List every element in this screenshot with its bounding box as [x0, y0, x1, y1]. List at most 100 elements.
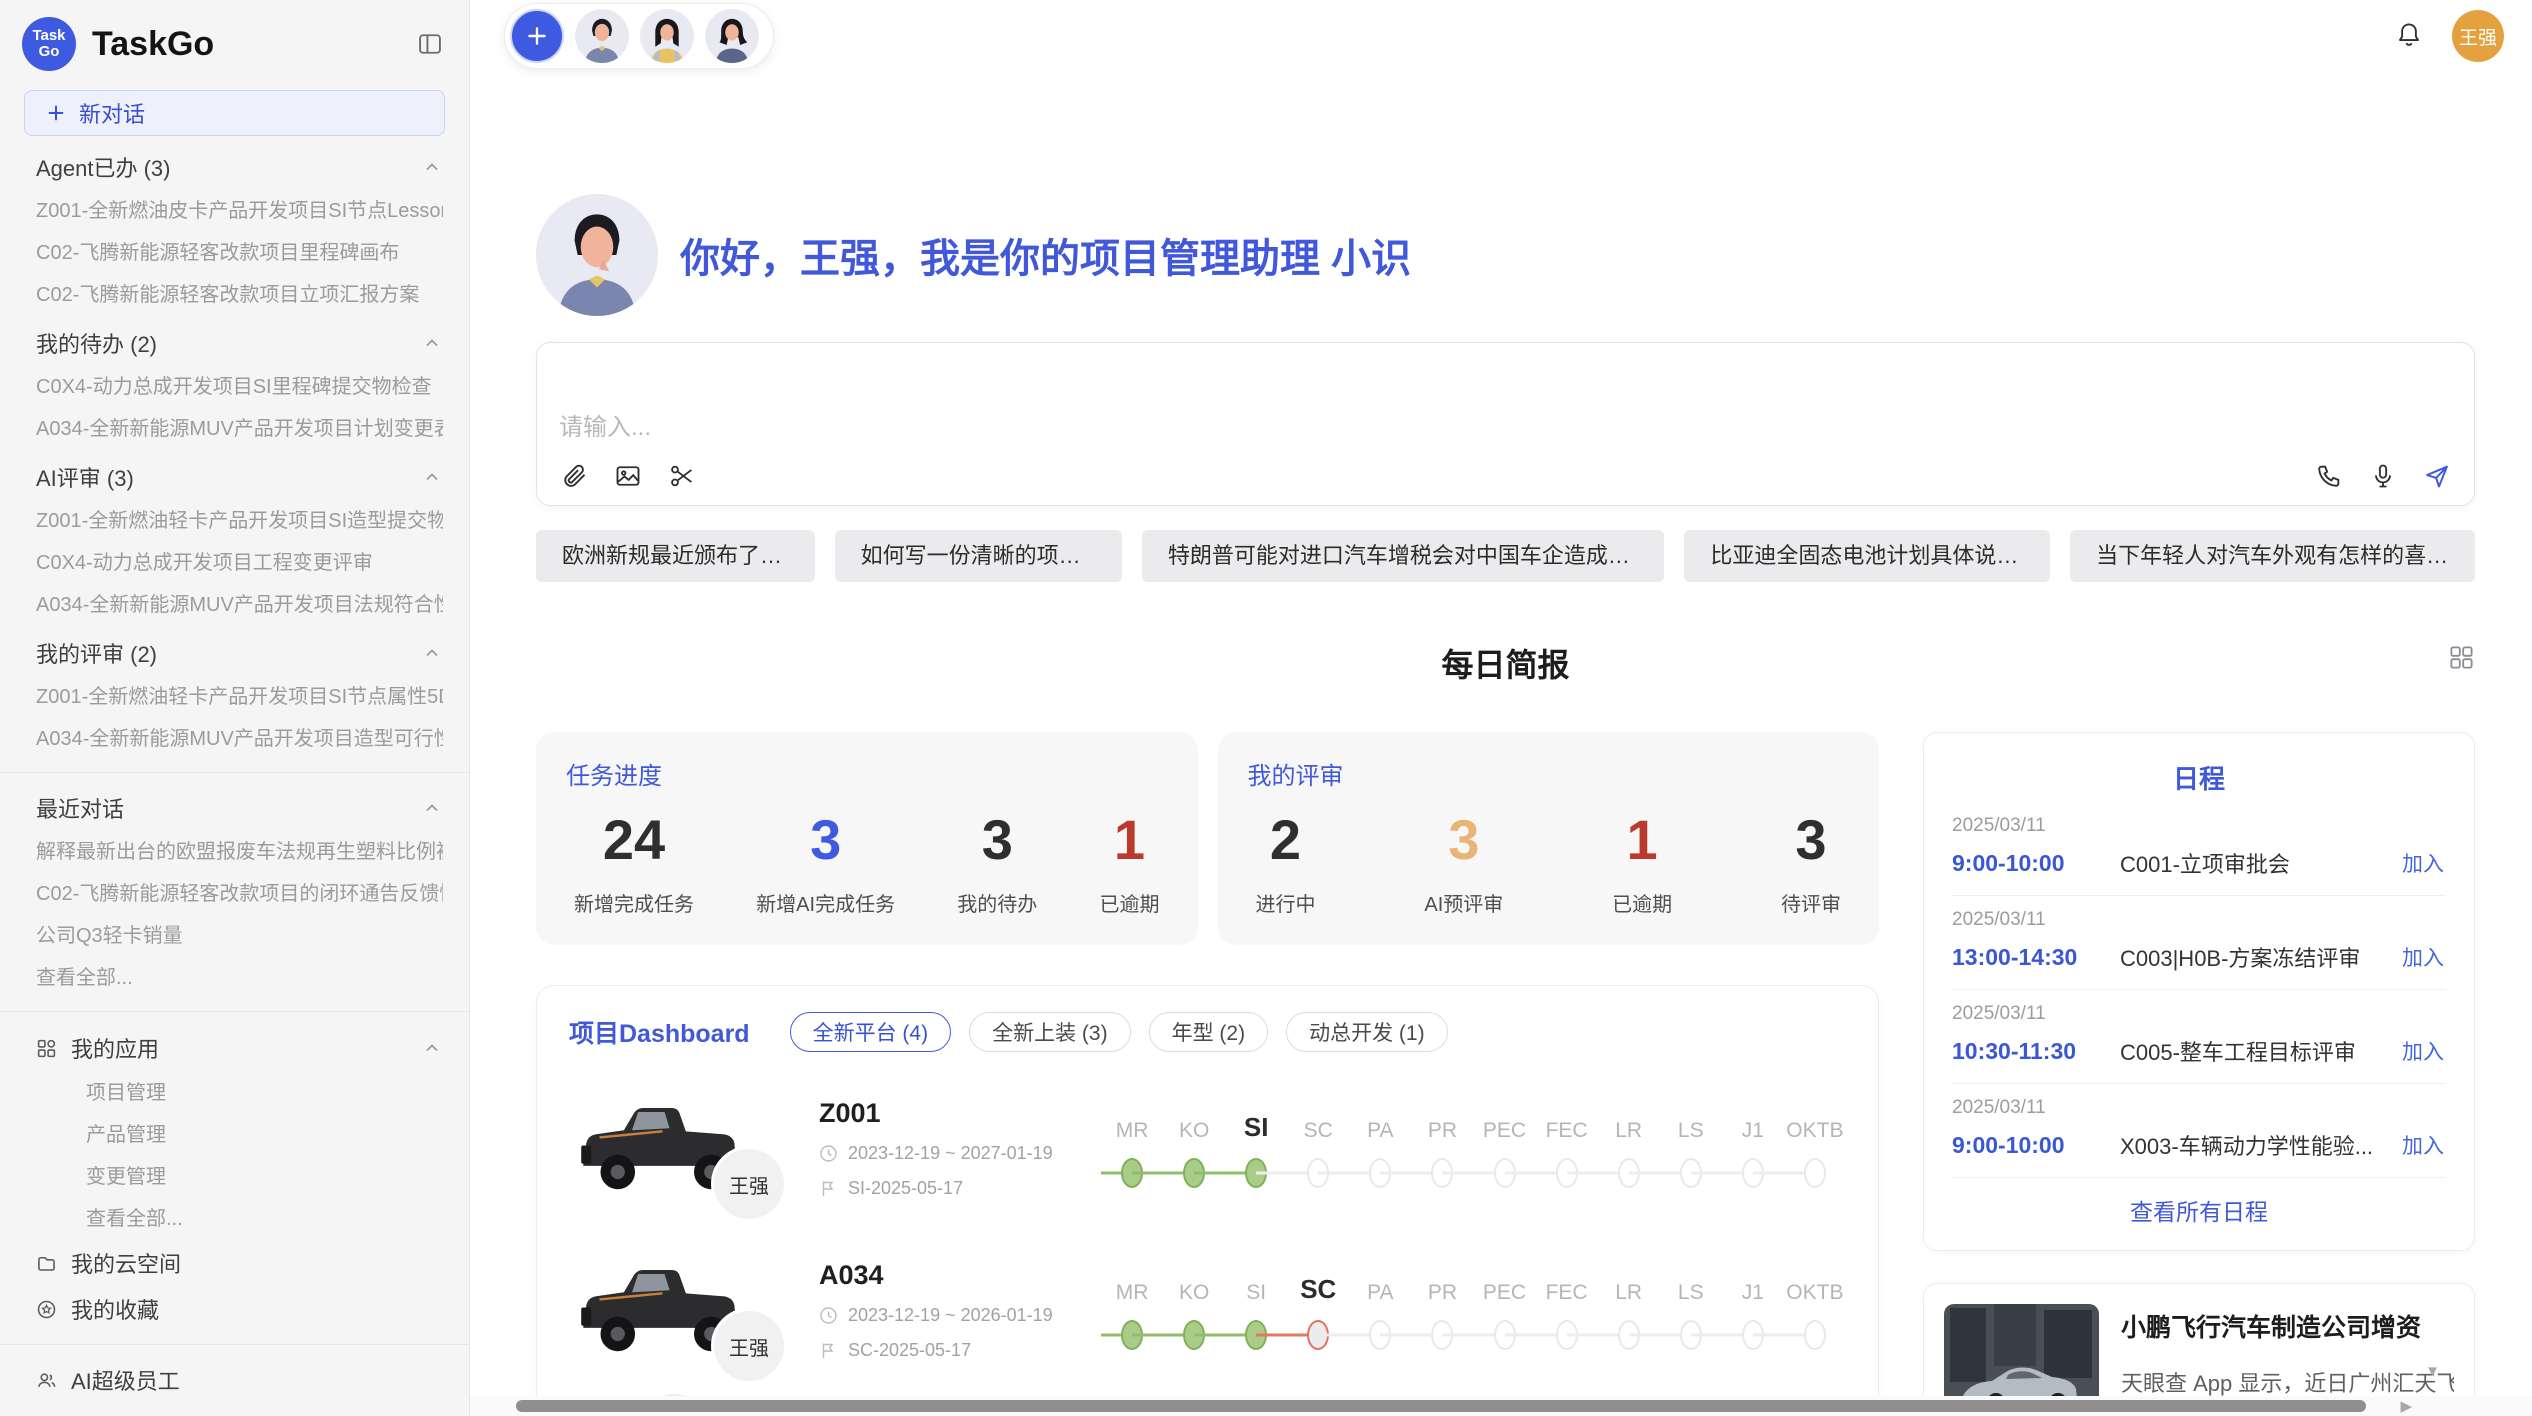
sidebar-item-write-helper[interactable]: 帮我写作 [0, 1403, 469, 1416]
join-meeting-link[interactable]: 加入 [2400, 1130, 2446, 1160]
horizontal-scrollbar[interactable]: ▶ [470, 1396, 2532, 1416]
main-area: 王强 你好，王强，我是你的项目管理助理 小识 [470, 0, 2532, 1416]
join-meeting-link[interactable]: 加入 [2400, 942, 2446, 972]
project-row[interactable]: 王强 Z001 2023-12-19 ~ 2027-01-19 SI-2025-… [569, 1082, 1846, 1214]
project-info: A034 2023-12-19 ~ 2026-01-19 SC-2025-05-… [811, 1260, 1101, 1361]
sidebar-task-item[interactable]: A034-全新新能源MUV产品开发项目造型可行性评审 [36, 718, 443, 760]
sidebar-section-header[interactable]: Agent已办 (3) [36, 144, 443, 190]
scroll-right-arrow-icon[interactable]: ▶ [2400, 1397, 2412, 1415]
layout-grid-icon[interactable] [2448, 644, 2475, 674]
sidebar-app-item[interactable]: 产品管理 [0, 1114, 469, 1156]
sidebar-app-item[interactable]: 查看全部... [0, 1198, 469, 1240]
project-row[interactable]: 王强 A034 2023-12-19 ~ 2026-01-19 SC-2025-… [569, 1244, 1846, 1376]
milestone-label: PEC [1483, 1109, 1526, 1155]
sidebar-task-item[interactable]: C0X4-动力总成开发项目工程变更评审 [36, 542, 443, 584]
stat-cards: 任务进度 24新增完成任务3新增AI完成任务3我的待办1已逾期 我的评审 2进行… [536, 732, 1879, 945]
user-avatar[interactable]: 王强 [2452, 10, 2504, 62]
sidebar-task-item[interactable]: Z001-全新燃油轻卡产品开发项目SI节点属性5D文件评审 [36, 676, 443, 718]
ai-staff-label: AI超级员工 [71, 1364, 180, 1396]
milestone: SI [1225, 1271, 1287, 1353]
plus-icon [45, 102, 67, 124]
sidebar-task-item[interactable]: A034-全新新能源MUV产品开发项目计划变更表编写 [36, 408, 443, 450]
chevron-up-icon [421, 466, 443, 488]
sidebar-section-header[interactable]: 最近对话 [36, 785, 443, 831]
stat-label: 待评审 [1781, 888, 1841, 917]
dashboard-tabs: 全新平台 (4) 全新上装 (3) 年型 (2) 动总开发 (1) [790, 1012, 1448, 1052]
suggestion-chips: 欧洲新规最近颁布了什么? 如何写一份清晰的项目周报特朗普可能对进口汽车增税会对中国… [536, 530, 2475, 582]
stat-item: 3新增AI完成任务 [756, 807, 895, 917]
microphone-icon[interactable] [2368, 461, 2398, 491]
milestone-track: MRKOSISCPAPRPECFECLRLSJ1OKTB [1101, 1267, 1846, 1353]
sidebar-task-item[interactable]: Z001-全新燃油皮卡产品开发项目SI节点Lesson Learn报告 [36, 190, 443, 232]
plus-icon [524, 23, 550, 49]
notification-bell-icon[interactable] [2394, 20, 2424, 53]
add-participant-button[interactable] [510, 9, 564, 63]
schedule-item: 2025/03/11 13:00-14:30 C003|H0B-方案冻结评审 加… [1952, 896, 2446, 990]
participant-avatar[interactable] [575, 9, 629, 63]
sidebar-section-header[interactable]: 我的待办 (2) [36, 320, 443, 366]
sidebar-task-item[interactable]: C02-飞腾新能源轻客改款项目立项汇报方案 [36, 274, 443, 316]
sidebar-task-sections: Agent已办 (3) Z001-全新燃油皮卡产品开发项目SI节点Lesson … [0, 144, 469, 760]
sidebar-item-cloud[interactable]: 我的云空间 [0, 1240, 469, 1286]
sidebar-section: 我的评审 (2) Z001-全新燃油轻卡产品开发项目SI节点属性5D文件评审A0… [0, 630, 469, 760]
milestone: LR [1598, 1109, 1660, 1191]
sidebar-item-ai-staff[interactable]: AI超级员工 [0, 1357, 469, 1403]
dashboard-tab[interactable]: 年型 (2) [1149, 1012, 1269, 1052]
briefing-right-column: 日程 2025/03/11 9:00-10:00 C001-立项审批会 加入 2… [1923, 732, 2475, 1416]
suggestion-chip[interactable]: 当下年轻人对汽车外观有怎样的喜好趋势 [2070, 530, 2475, 582]
sidebar-recent-item[interactable]: 查看全部... [36, 957, 443, 999]
suggestion-chip[interactable]: 特朗普可能对进口汽车增税会对中国车企造成哪些影响 [1142, 530, 1665, 582]
send-icon[interactable] [2422, 461, 2452, 491]
schedule-items: 2025/03/11 9:00-10:00 C001-立项审批会 加入 2025… [1952, 802, 2446, 1178]
stat-label: 新增AI完成任务 [756, 888, 895, 917]
sidebar-section-header[interactable]: AI评审 (3) [36, 454, 443, 500]
sidebar-recent-section: 最近对话 解释最新出台的欧盟报废车法规再生塑料比例被调至15%...C02-飞腾… [0, 785, 469, 999]
suggestion-chip[interactable]: 比亚迪全固态电池计划具体说了什么 [1684, 530, 2050, 582]
sidebar-task-item[interactable]: C02-飞腾新能源轻客改款项目里程碑画布 [36, 232, 443, 274]
sidebar-app-item[interactable]: 变更管理 [0, 1156, 469, 1198]
milestone: PEC [1473, 1271, 1535, 1353]
attach-file-icon[interactable] [559, 461, 589, 491]
suggestion-chip[interactable]: 欧洲新规最近颁布了什么? [536, 530, 815, 582]
participants-pill [504, 3, 774, 69]
sidebar-recent-item[interactable]: 解释最新出台的欧盟报废车法规再生塑料比例被调至15%... [36, 831, 443, 873]
scrollbar-thumb[interactable] [516, 1400, 2366, 1412]
sidebar-section-header[interactable]: 我的评审 (2) [36, 630, 443, 676]
sidebar-collapse-icon[interactable] [413, 27, 447, 61]
sidebar-recent-item[interactable]: C02-飞腾新能源轻客改款项目的闭环通告反馈情况 [36, 873, 443, 915]
milestone-label: PA [1367, 1109, 1393, 1155]
join-meeting-link[interactable]: 加入 [2400, 848, 2446, 878]
stat-value: 24 [574, 807, 694, 872]
stat-item: 3AI预评审 [1424, 807, 1503, 917]
view-all-schedule-link[interactable]: 查看所有日程 [2130, 1193, 2268, 1227]
attach-image-icon[interactable] [613, 461, 643, 491]
scroll-down-arrow-icon[interactable]: ▼ [2425, 1363, 2440, 1380]
topbar: 王强 [470, 0, 2532, 72]
sidebar-apps-header[interactable]: 我的应用 [0, 1024, 469, 1072]
participant-avatar[interactable] [705, 9, 759, 63]
sidebar-app-item[interactable]: 项目管理 [0, 1072, 469, 1114]
suggestion-chip[interactable]: 如何写一份清晰的项目周报 [835, 530, 1122, 582]
dashboard-tab[interactable]: 全新平台 (4) [790, 1012, 952, 1052]
chat-input[interactable] [559, 407, 2452, 449]
sidebar-item-favorites[interactable]: 我的收藏 [0, 1286, 469, 1332]
participant-avatar[interactable] [640, 9, 694, 63]
sidebar-recent-item[interactable]: 公司Q3轻卡销量 [36, 915, 443, 957]
milestone-label: SI [1246, 1271, 1266, 1317]
dashboard-tab[interactable]: 动总开发 (1) [1286, 1012, 1448, 1052]
sidebar-task-item[interactable]: Z001-全新燃油轻卡产品开发项目SI造型提交物评审 [36, 500, 443, 542]
app-logo: Task Go [22, 17, 76, 71]
dashboard-tab[interactable]: 全新上装 (3) [969, 1012, 1131, 1052]
milestone: PR [1411, 1271, 1473, 1353]
milestone: MR [1101, 1109, 1163, 1191]
new-chat-label: 新对话 [79, 97, 145, 129]
sidebar-task-item[interactable]: C0X4-动力总成开发项目SI里程碑提交物检查 [36, 366, 443, 408]
sidebar-section: AI评审 (3) Z001-全新燃油轻卡产品开发项目SI造型提交物评审C0X4-… [0, 454, 469, 626]
voice-call-icon[interactable] [2314, 461, 2344, 491]
schedule-date: 2025/03/11 [1952, 1097, 2446, 1119]
project-rows: 王强 Z001 2023-12-19 ~ 2027-01-19 SI-2025-… [569, 1082, 1846, 1376]
screenshot-scissors-icon[interactable] [667, 461, 697, 491]
join-meeting-link[interactable]: 加入 [2400, 1036, 2446, 1066]
new-chat-button[interactable]: 新对话 [24, 90, 445, 136]
sidebar-task-item[interactable]: A034-全新新能源MUV产品开发项目法规符合性评审 [36, 584, 443, 626]
